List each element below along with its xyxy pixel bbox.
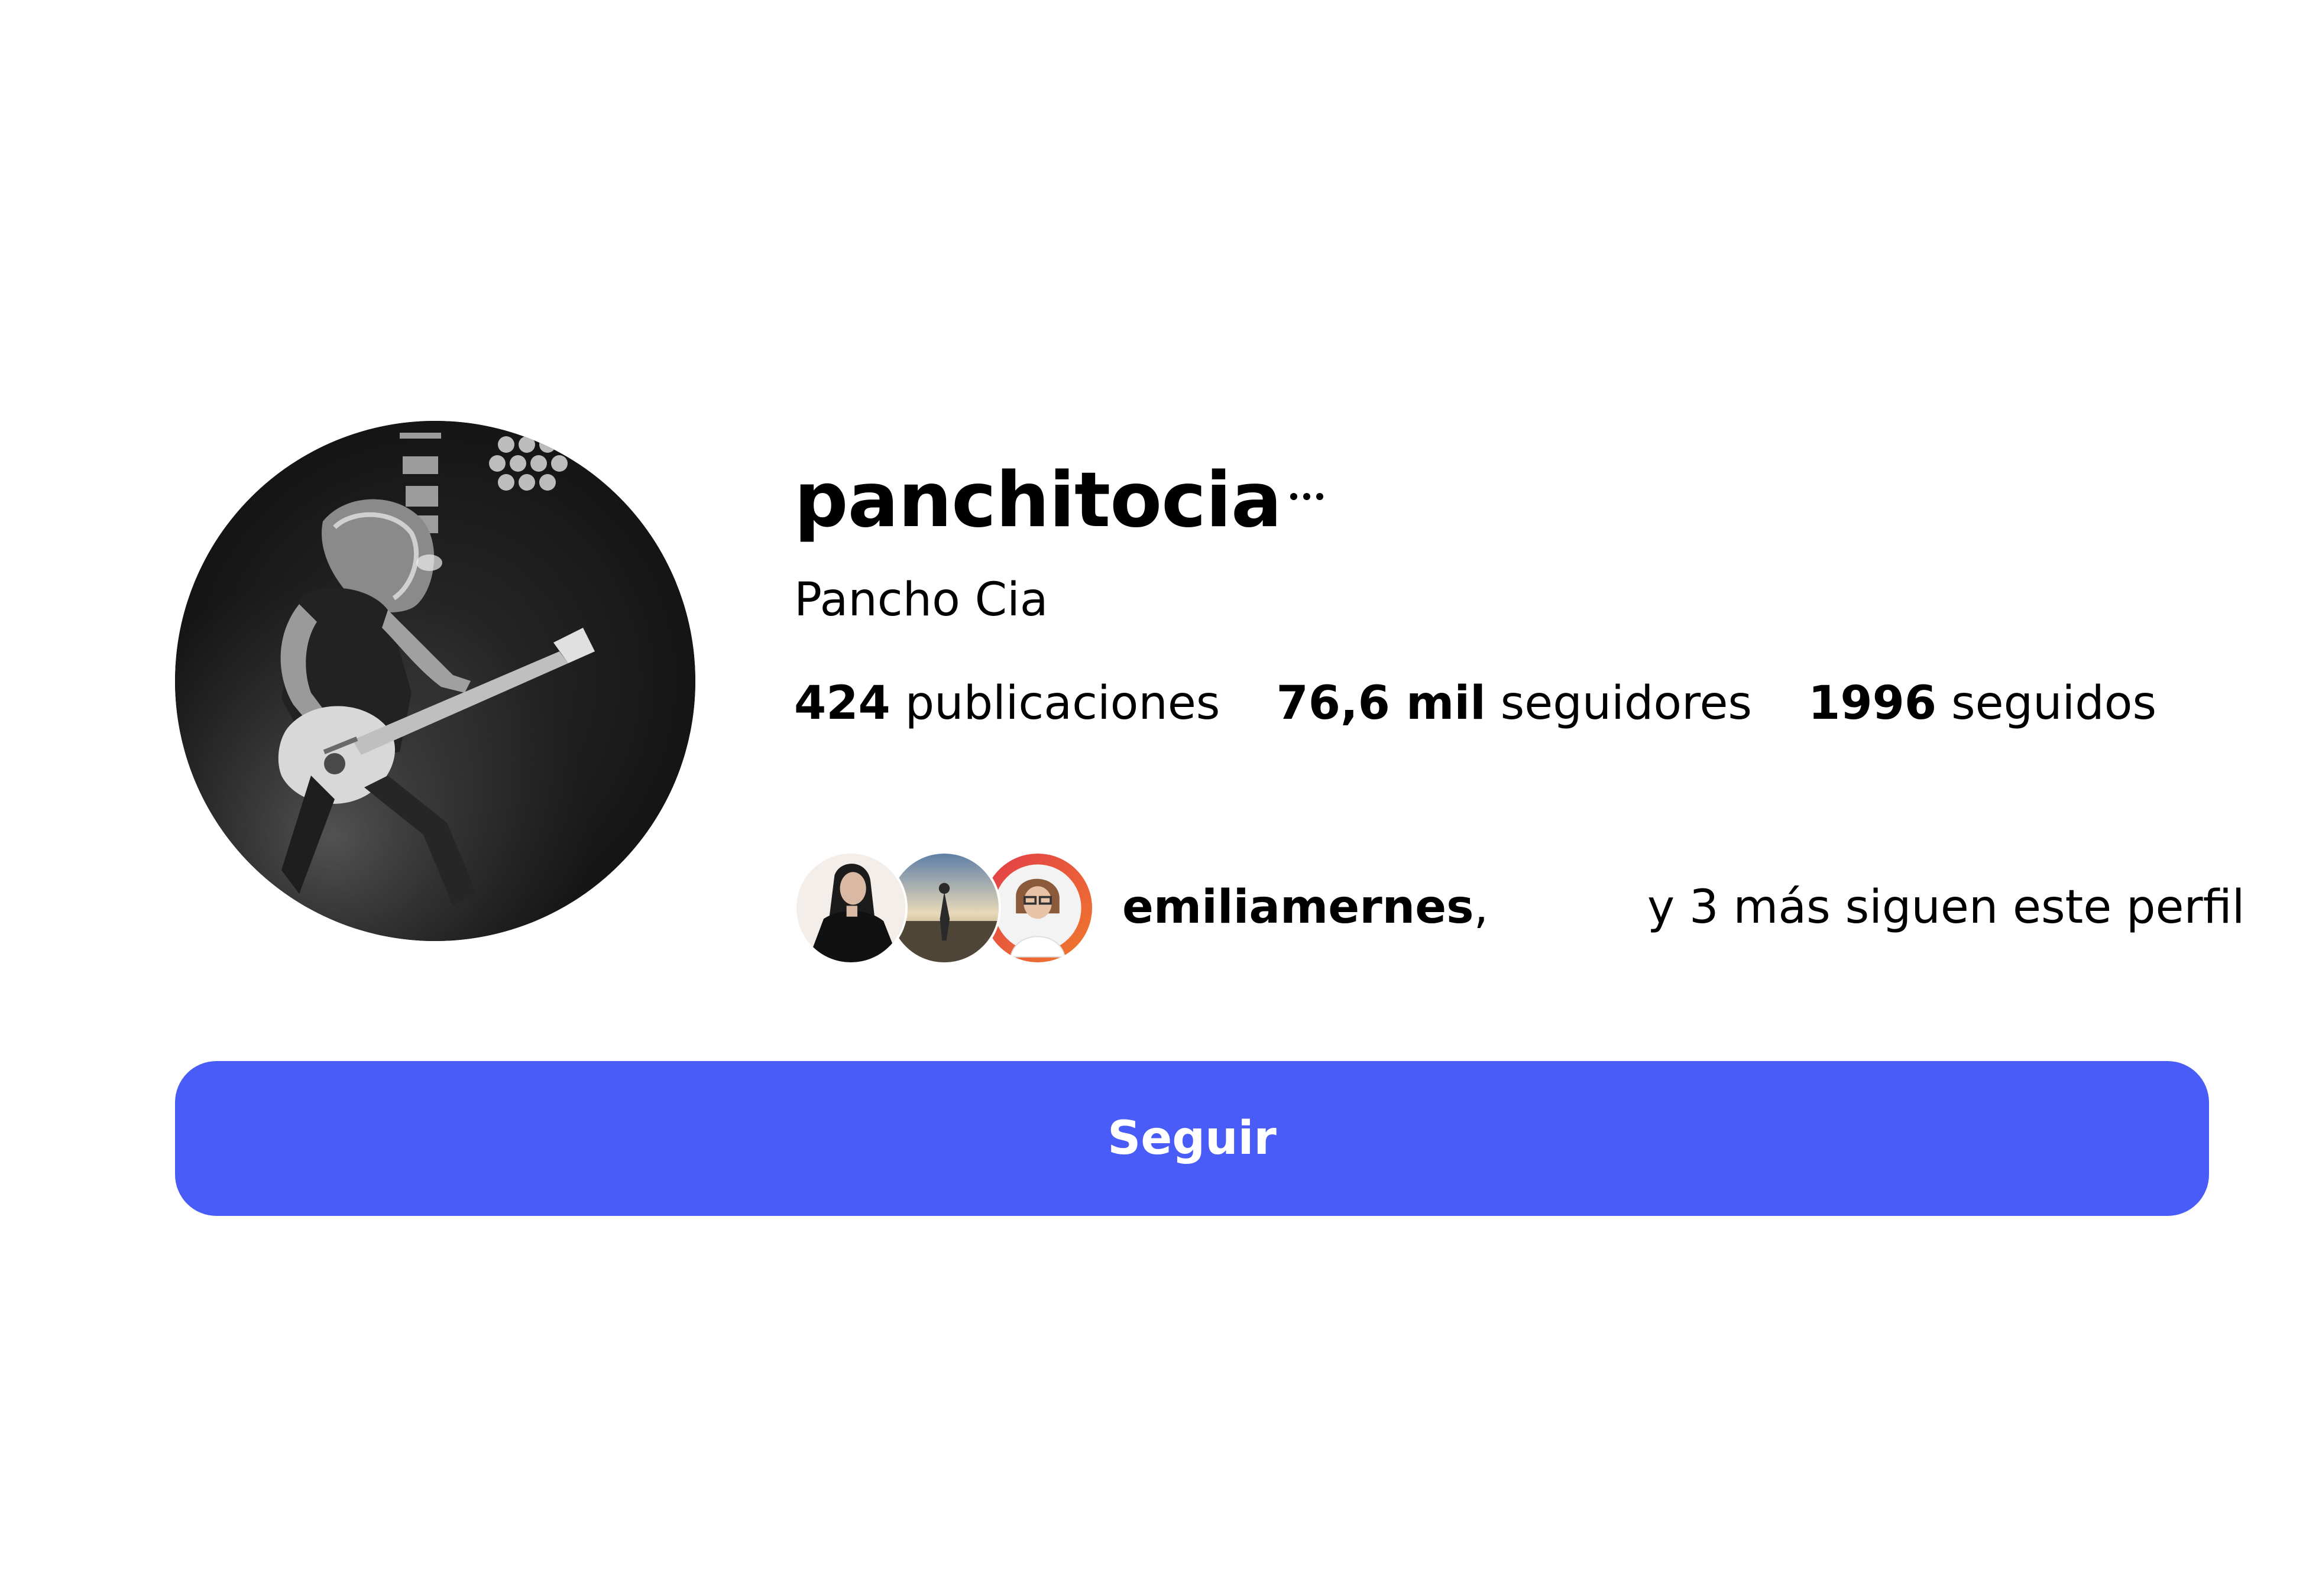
followed-by-username[interactable]: emiliamernes, — [1122, 875, 1488, 940]
profile-avatar[interactable] — [175, 421, 695, 941]
posts-stat: 424 publicaciones — [794, 677, 1220, 730]
posts-count: 424 — [794, 677, 890, 730]
posts-label: publicaciones — [905, 677, 1220, 730]
following-label: seguidos — [1951, 677, 2157, 730]
guitarist-photo — [175, 421, 695, 941]
following-stat[interactable]: 1996 seguidos — [1808, 677, 2156, 730]
following-count: 1996 — [1808, 677, 1937, 730]
more-options-button[interactable] — [1277, 467, 1336, 526]
followed-by-row[interactable]: emiliamernes, y 3 más siguen este perfil — [794, 851, 2245, 965]
followers-stat[interactable]: 76,6 mil seguidores — [1276, 677, 1752, 730]
profile-header: panchitocia Pancho Cia 424 publicaciones… — [0, 0, 2306, 1596]
followers-label: seguidores — [1500, 677, 1753, 730]
followed-by-summary: y 3 más siguen este perfil — [1647, 881, 2245, 934]
follow-button[interactable]: Seguir — [175, 1061, 2209, 1216]
follower-avatar — [794, 851, 908, 965]
profile-username: panchitocia — [794, 456, 1282, 544]
ellipsis-icon — [1287, 493, 1326, 500]
profile-full-name: Pancho Cia — [794, 573, 1048, 627]
followers-count: 76,6 mil — [1276, 677, 1486, 730]
profile-stats: 424 publicaciones 76,6 mil seguidores 19… — [794, 671, 2156, 736]
